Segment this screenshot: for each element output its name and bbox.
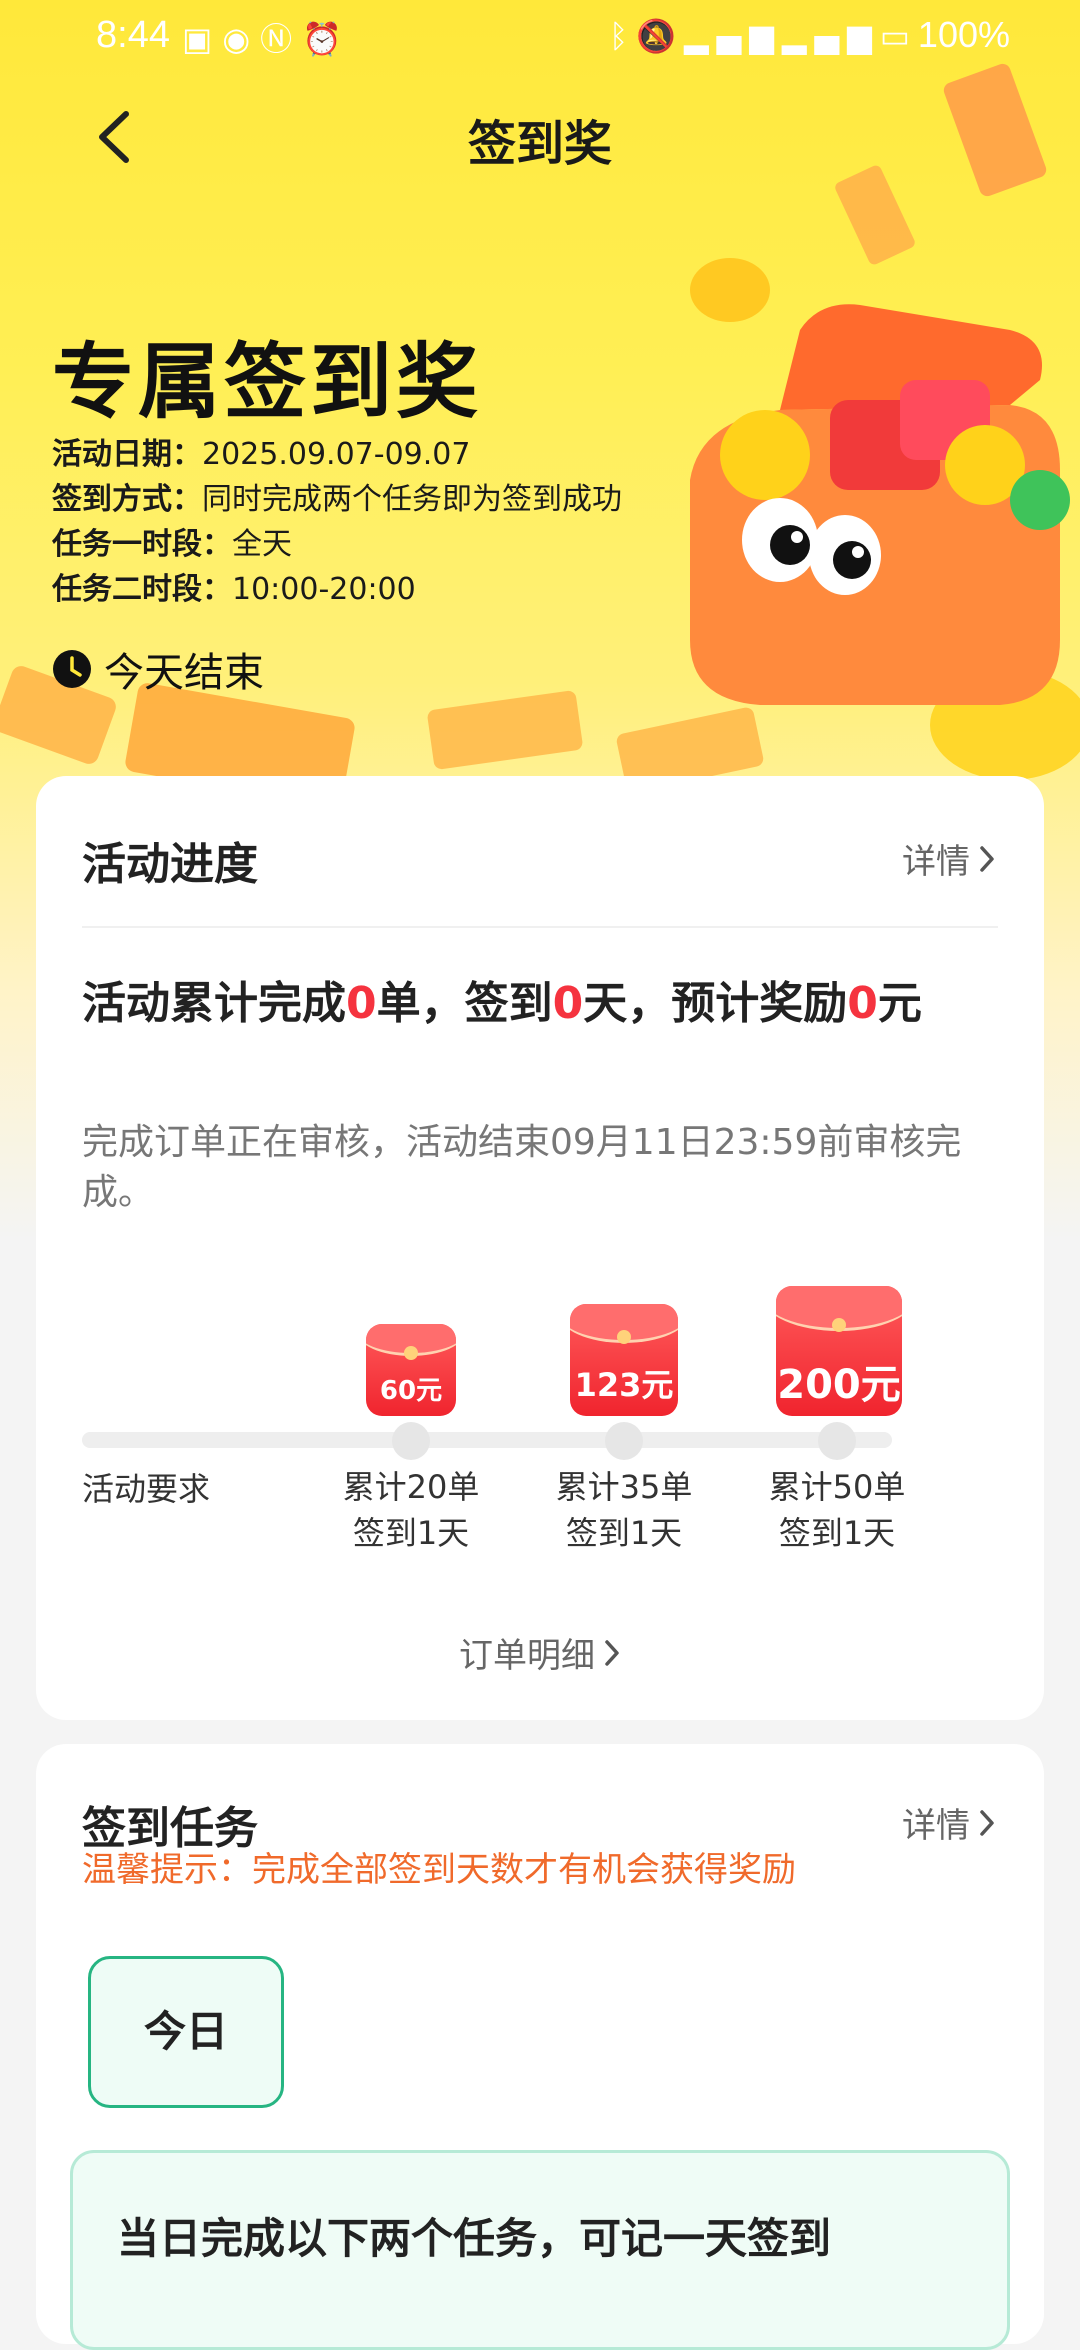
progress-card: 活动进度 详情 活动累计完成0单，签到0天，预计奖励0元 完成订单正在审核，活动… [36,776,1044,1720]
reward-value: 60元 [379,1376,443,1406]
progress-track [82,1432,892,1448]
ends-today: 今天结束 [52,640,264,698]
signal-4g-icon: ▂▄▆ [684,17,782,55]
milestone-days: 签到1天 [778,1514,896,1552]
summary-text: 活动累计完成 [82,978,346,1029]
status-left-icons: ▣◉Ⓝ⏰ [182,14,352,60]
milestone-orders: 累计35单 [555,1468,693,1506]
reward-value: 123元 [574,1366,674,1404]
envelope-seal [832,1318,846,1332]
mute-icon: 🔕 [636,17,685,55]
activity-info: 活动日期：2025.09.07-09.07 签到方式：同时完成两个任务即为签到成… [52,432,622,612]
info-key: 任务一时段： [52,527,232,562]
progress-detail-link[interactable]: 详情 [902,834,996,883]
requirement-label: 活动要求 [82,1470,211,1508]
info-key: 活动日期： [52,437,202,472]
info-value: 全天 [232,527,292,562]
order-count: 0 [346,978,377,1029]
hero-title: 专属签到奖 [52,335,483,430]
progress-summary: 活动累计完成0单，签到0天，预计奖励0元 [82,972,1002,1036]
summary-text: 单，签到 [376,978,553,1029]
order-detail-link[interactable]: 订单明细 [459,1628,621,1677]
detail-label: 详情 [902,842,970,882]
detail-label: 详情 [902,1806,970,1846]
warm-tip: 温馨提示：完成全部签到天数才有机会获得奖励 [82,1850,796,1890]
task-title: 当日完成以下两个任务，可记一天签到 [117,2214,832,2263]
bluetooth-icon: ᛒ [608,17,637,55]
milestone-label: 累计50单 签到1天 [757,1464,917,1556]
info-value: 10:00-20:00 [232,572,416,607]
nav-bar: 签到奖 [0,92,1080,182]
chevron-right-icon [980,1809,994,1836]
nfc-icon: Ⓝ [260,20,303,58]
checkin-days: 0 [552,978,584,1029]
info-value: 2025.09.07-09.07 [202,437,471,472]
reward-envelope: 123元 [570,1304,678,1416]
milestone-node [605,1422,643,1460]
milestone-orders: 累计50单 [768,1468,906,1506]
divider [82,926,998,928]
envelope-seal [617,1330,631,1344]
info-row-method: 签到方式：同时完成两个任务即为签到成功 [52,477,622,522]
milestone-days: 签到1天 [352,1514,470,1552]
summary-text: 天，预计奖励 [583,978,848,1029]
reward-amount: 0 [847,978,878,1029]
order-detail-row: 订单明细 [36,1628,1044,1677]
milestone-node [392,1422,430,1460]
milestone-orders: 累计20单 [342,1468,480,1506]
review-note: 完成订单正在审核，活动结束09月11日23:59前审核完成。 [82,1122,962,1213]
info-key: 任务二时段： [52,572,232,607]
status-time: 8:44 [96,14,170,56]
info-value: 同时完成两个任务即为签到成功 [202,482,622,517]
status-right-icons: ᛒ🔕▂▄▆▂▄▆▭100% [609,14,1010,56]
milestone-label: 累计35单 签到1天 [544,1464,704,1556]
page-title: 签到奖 [467,116,612,172]
checkin-detail-link[interactable]: 详情 [902,1798,996,1847]
envelope-seal [404,1346,418,1360]
progress-title: 活动进度 [82,839,258,890]
ends-text: 今天结束 [104,650,264,696]
chevron-right-icon [980,845,994,872]
eye-icon: ◉ [222,20,261,58]
battery-level: 100% [917,14,1010,55]
reward-value: 200元 [777,1362,901,1408]
tab-today[interactable]: 今日 [88,1956,284,2108]
clock-icon [53,650,91,688]
battery-icon: ▭ [879,17,918,55]
signal-4g-icon: ▂▄▆ [781,17,880,55]
app-notification-icon: ▣ [182,20,223,58]
task-box: 当日完成以下两个任务，可记一天签到 [70,2150,1010,2350]
reward-envelope: 200元 [776,1286,902,1416]
alarm-icon: ⏰ [302,20,353,58]
info-key: 签到方式： [52,482,202,517]
milestone-node [818,1422,856,1460]
info-row-task1: 任务一时段：全天 [52,522,622,567]
reward-envelope: 60元 [366,1324,456,1416]
status-bar: 8:44 ▣◉Ⓝ⏰ ᛒ🔕▂▄▆▂▄▆▭100% [0,0,1080,72]
info-row-date: 活动日期：2025.09.07-09.07 [52,432,622,477]
milestone-days: 签到1天 [565,1514,683,1552]
milestone-label: 累计20单 签到1天 [331,1464,491,1556]
checkin-card: 签到任务 详情 温馨提示：完成全部签到天数才有机会获得奖励 今日 当日完成以下两… [36,1744,1044,2350]
summary-text: 元 [877,978,922,1029]
info-row-task2: 任务二时段：10:00-20:00 [52,567,622,612]
chevron-right-icon [605,1639,619,1666]
order-detail-label: 订单明细 [459,1636,595,1676]
